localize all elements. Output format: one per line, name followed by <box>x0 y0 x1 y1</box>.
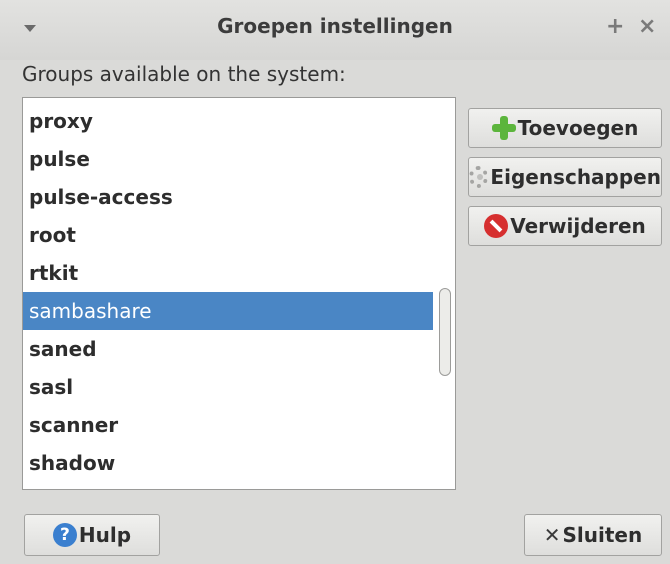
list-item[interactable]: scanner <box>23 406 433 444</box>
list-item[interactable]: proxy <box>23 102 433 140</box>
list-item[interactable]: saned <box>23 330 433 368</box>
gear-icon <box>469 166 489 188</box>
close-icon: ✕ <box>543 523 561 547</box>
list-item[interactable]: rtkit <box>23 254 433 292</box>
delete-group-label: Verwijderen <box>510 214 646 238</box>
help-icon: ? <box>52 523 77 547</box>
groups-settings-window: Groepen instellingen + × Groups availabl… <box>0 0 670 564</box>
help-label: Hulp <box>78 523 132 547</box>
add-group-button[interactable]: Toevoegen <box>468 108 662 148</box>
groups-label: Groups available on the system: <box>22 62 346 86</box>
close-button[interactable]: ✕ Sluiten <box>524 514 662 556</box>
stop-icon <box>484 214 509 238</box>
close-label: Sluiten <box>562 523 643 547</box>
list-item[interactable]: shadow <box>23 444 433 482</box>
list-item[interactable]: pulse <box>23 140 433 178</box>
groups-list[interactable]: proxy pulse pulse-access root rtkit samb… <box>22 97 456 490</box>
help-button[interactable]: ? Hulp <box>24 514 160 556</box>
list-item[interactable]: root <box>23 216 433 254</box>
properties-label: Eigenschappen <box>490 165 661 189</box>
list-item[interactable]: sasl <box>23 368 433 406</box>
window-title: Groepen instellingen <box>217 14 453 38</box>
list-item-selected[interactable]: sambashare <box>23 292 433 330</box>
list-item[interactable]: pulse-access <box>23 178 433 216</box>
add-group-label: Toevoegen <box>517 116 639 140</box>
list-scrollbar[interactable] <box>435 98 453 489</box>
properties-button[interactable]: Eigenschappen <box>468 157 662 197</box>
close-window-button[interactable]: × <box>638 14 656 39</box>
delete-group-button[interactable]: Verwijderen <box>468 206 662 246</box>
scrollbar-thumb[interactable] <box>439 288 451 376</box>
plus-icon <box>491 116 516 140</box>
pin-button[interactable]: + <box>606 14 624 39</box>
title-bar: Groepen instellingen + × <box>0 0 670 60</box>
